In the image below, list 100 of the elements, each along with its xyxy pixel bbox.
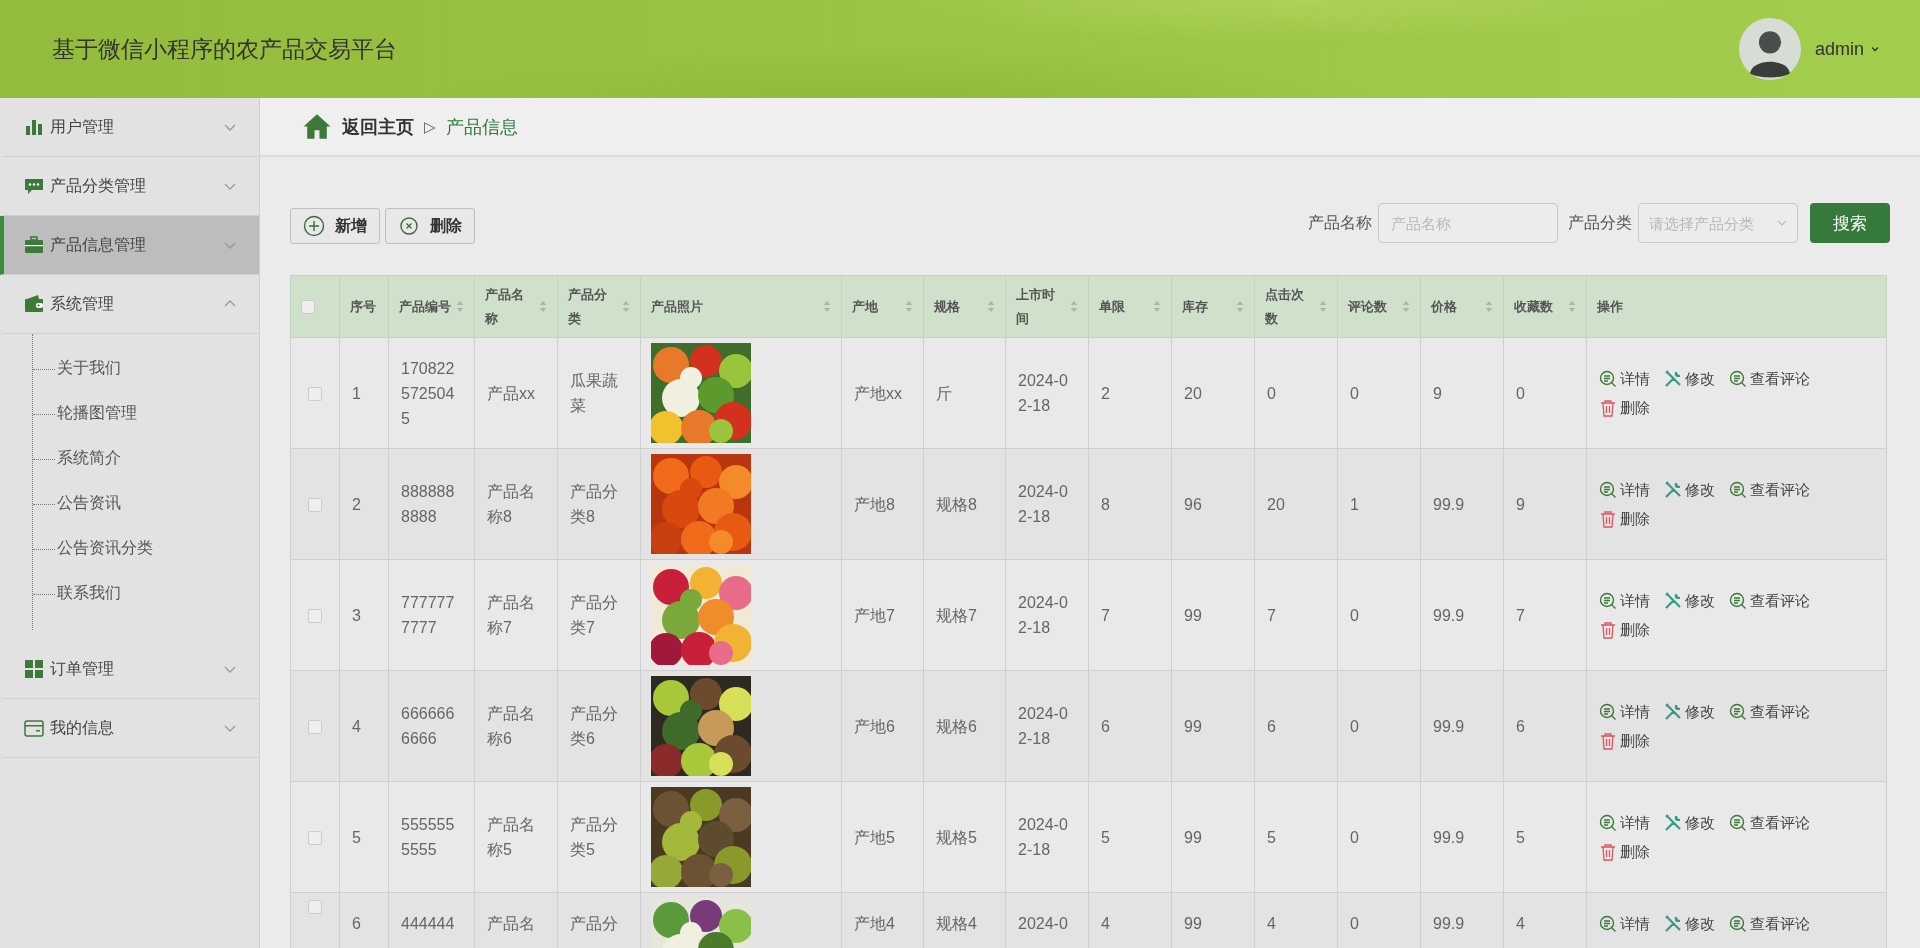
tools-icon bbox=[1664, 813, 1682, 832]
sidebar-item[interactable]: 产品信息管理 bbox=[0, 216, 259, 275]
checkbox[interactable] bbox=[308, 498, 322, 513]
add-button[interactable]: 新增 bbox=[290, 208, 380, 244]
table-cell: 5 bbox=[339, 781, 389, 893]
comments-link[interactable]: 查看评论 bbox=[1729, 477, 1810, 502]
sort-icon[interactable] bbox=[1485, 300, 1493, 313]
table-cell: 0 bbox=[1503, 337, 1587, 449]
checkbox[interactable] bbox=[301, 300, 315, 315]
table-cell: 1 bbox=[339, 337, 389, 449]
sort-icon[interactable] bbox=[1070, 300, 1078, 313]
table-cell: 产地6 bbox=[841, 670, 924, 782]
sort-icon[interactable] bbox=[823, 300, 831, 313]
comments-link[interactable]: 查看评论 bbox=[1729, 366, 1810, 391]
search-list-icon bbox=[1599, 702, 1617, 721]
trash-icon bbox=[1599, 398, 1617, 417]
wallet-icon bbox=[24, 294, 44, 314]
home-link[interactable]: 返回主页 bbox=[342, 114, 414, 139]
submenu-item[interactable]: 公告资讯 bbox=[33, 481, 121, 526]
sort-icon[interactable] bbox=[987, 300, 995, 313]
edit-link[interactable]: 修改 bbox=[1664, 699, 1715, 724]
table-cell: 99.9 bbox=[1420, 670, 1504, 782]
sort-icon[interactable] bbox=[1319, 300, 1327, 313]
table-cell: 4 bbox=[339, 670, 389, 782]
plus-circle-icon bbox=[303, 215, 325, 237]
table-cell: 瓜果蔬菜 bbox=[557, 337, 641, 449]
search-list-icon bbox=[1599, 480, 1617, 499]
column-header: 点击次数 bbox=[1265, 285, 1305, 328]
details-link[interactable]: 详情 bbox=[1599, 699, 1650, 724]
delete-link[interactable]: 删除 bbox=[1599, 839, 1650, 864]
sidebar-item[interactable]: 订单管理 bbox=[0, 640, 259, 699]
sidebar-item[interactable]: 用户管理 bbox=[0, 98, 259, 157]
table-cell: 20 bbox=[1171, 337, 1255, 449]
table-cell: 规格6 bbox=[923, 670, 1006, 782]
delete-link[interactable]: 删除 bbox=[1599, 617, 1650, 642]
caret-icon bbox=[1870, 44, 1880, 54]
search-list-icon bbox=[1599, 914, 1617, 933]
checkbox[interactable] bbox=[308, 387, 322, 402]
sort-icon[interactable] bbox=[622, 300, 630, 313]
column-header: 评论数 bbox=[1348, 297, 1387, 316]
search-list-icon bbox=[1729, 591, 1747, 610]
sort-icon[interactable] bbox=[1236, 300, 1244, 313]
submenu-item[interactable]: 公告资讯分类 bbox=[33, 526, 153, 571]
delete-link[interactable]: 删除 bbox=[1599, 395, 1650, 420]
edit-link[interactable]: 修改 bbox=[1664, 588, 1715, 613]
submenu-item[interactable]: 联系我们 bbox=[33, 571, 121, 616]
column-header: 收藏数 bbox=[1514, 297, 1553, 316]
edit-link[interactable]: 修改 bbox=[1664, 810, 1715, 835]
bar-chart-icon bbox=[24, 117, 44, 137]
details-link[interactable]: 详情 bbox=[1599, 366, 1650, 391]
edit-link[interactable]: 修改 bbox=[1664, 911, 1715, 936]
edit-link[interactable]: 修改 bbox=[1664, 477, 1715, 502]
delete-button[interactable]: 删除 bbox=[385, 208, 475, 244]
sort-icon[interactable] bbox=[1568, 300, 1576, 313]
delete-link[interactable]: 删除 bbox=[1599, 506, 1650, 531]
sort-icon[interactable] bbox=[539, 300, 547, 313]
details-link[interactable]: 详情 bbox=[1599, 911, 1650, 936]
details-link[interactable]: 详情 bbox=[1599, 477, 1650, 502]
table-cell: 产品名称8 bbox=[474, 448, 558, 560]
table-cell: 2024-02-18 bbox=[1005, 337, 1089, 449]
table-cell: 5 bbox=[1088, 781, 1172, 893]
table-cell: 6 bbox=[1503, 670, 1587, 782]
submenu-item[interactable]: 轮播图管理 bbox=[33, 391, 137, 436]
sidebar-item[interactable]: 我的信息 bbox=[0, 699, 259, 758]
table-cell: 99.9 bbox=[1420, 559, 1504, 671]
column-header: 产品名称 bbox=[485, 285, 525, 328]
sort-icon[interactable] bbox=[1153, 300, 1161, 313]
column-header: 产地 bbox=[852, 297, 878, 316]
sort-icon[interactable] bbox=[905, 300, 913, 313]
table-cell: 2024-02-18 bbox=[1005, 559, 1089, 671]
close-circle-icon bbox=[398, 215, 420, 237]
column-header: 产品分类 bbox=[568, 285, 608, 328]
user-menu[interactable]: admin bbox=[1814, 38, 1880, 60]
comments-link[interactable]: 查看评论 bbox=[1729, 699, 1810, 724]
table-cell: 99.9 bbox=[1420, 448, 1504, 560]
checkbox[interactable] bbox=[308, 899, 322, 914]
avatar-icon bbox=[1738, 18, 1801, 80]
search-list-icon bbox=[1729, 480, 1747, 499]
checkbox[interactable] bbox=[308, 609, 322, 624]
column-header: 单限 bbox=[1099, 297, 1125, 316]
edit-link[interactable]: 修改 bbox=[1664, 366, 1715, 391]
comments-link[interactable]: 查看评论 bbox=[1729, 911, 1810, 936]
table-cell: 规格7 bbox=[923, 559, 1006, 671]
sort-icon[interactable] bbox=[456, 300, 464, 313]
delete-link[interactable]: 删除 bbox=[1599, 728, 1650, 753]
table-cell: 5555555555 bbox=[388, 781, 475, 893]
comments-link[interactable]: 查看评论 bbox=[1729, 810, 1810, 835]
sort-icon[interactable] bbox=[1402, 300, 1410, 313]
details-link[interactable]: 详情 bbox=[1599, 588, 1650, 613]
sidebar-item[interactable]: 系统管理 bbox=[0, 275, 259, 334]
submenu-item[interactable]: 系统简介 bbox=[33, 436, 121, 481]
checkbox[interactable] bbox=[308, 831, 322, 846]
details-link[interactable]: 详情 bbox=[1599, 810, 1650, 835]
table-cell: 5 bbox=[1503, 781, 1587, 893]
table-cell: 产品分类6 bbox=[557, 670, 641, 782]
submenu-item[interactable]: 关于我们 bbox=[33, 346, 121, 391]
search-button[interactable]: 搜索 bbox=[1810, 203, 1890, 243]
checkbox[interactable] bbox=[308, 720, 322, 735]
table-cell: 产地5 bbox=[841, 781, 924, 893]
comments-link[interactable]: 查看评论 bbox=[1729, 588, 1810, 613]
